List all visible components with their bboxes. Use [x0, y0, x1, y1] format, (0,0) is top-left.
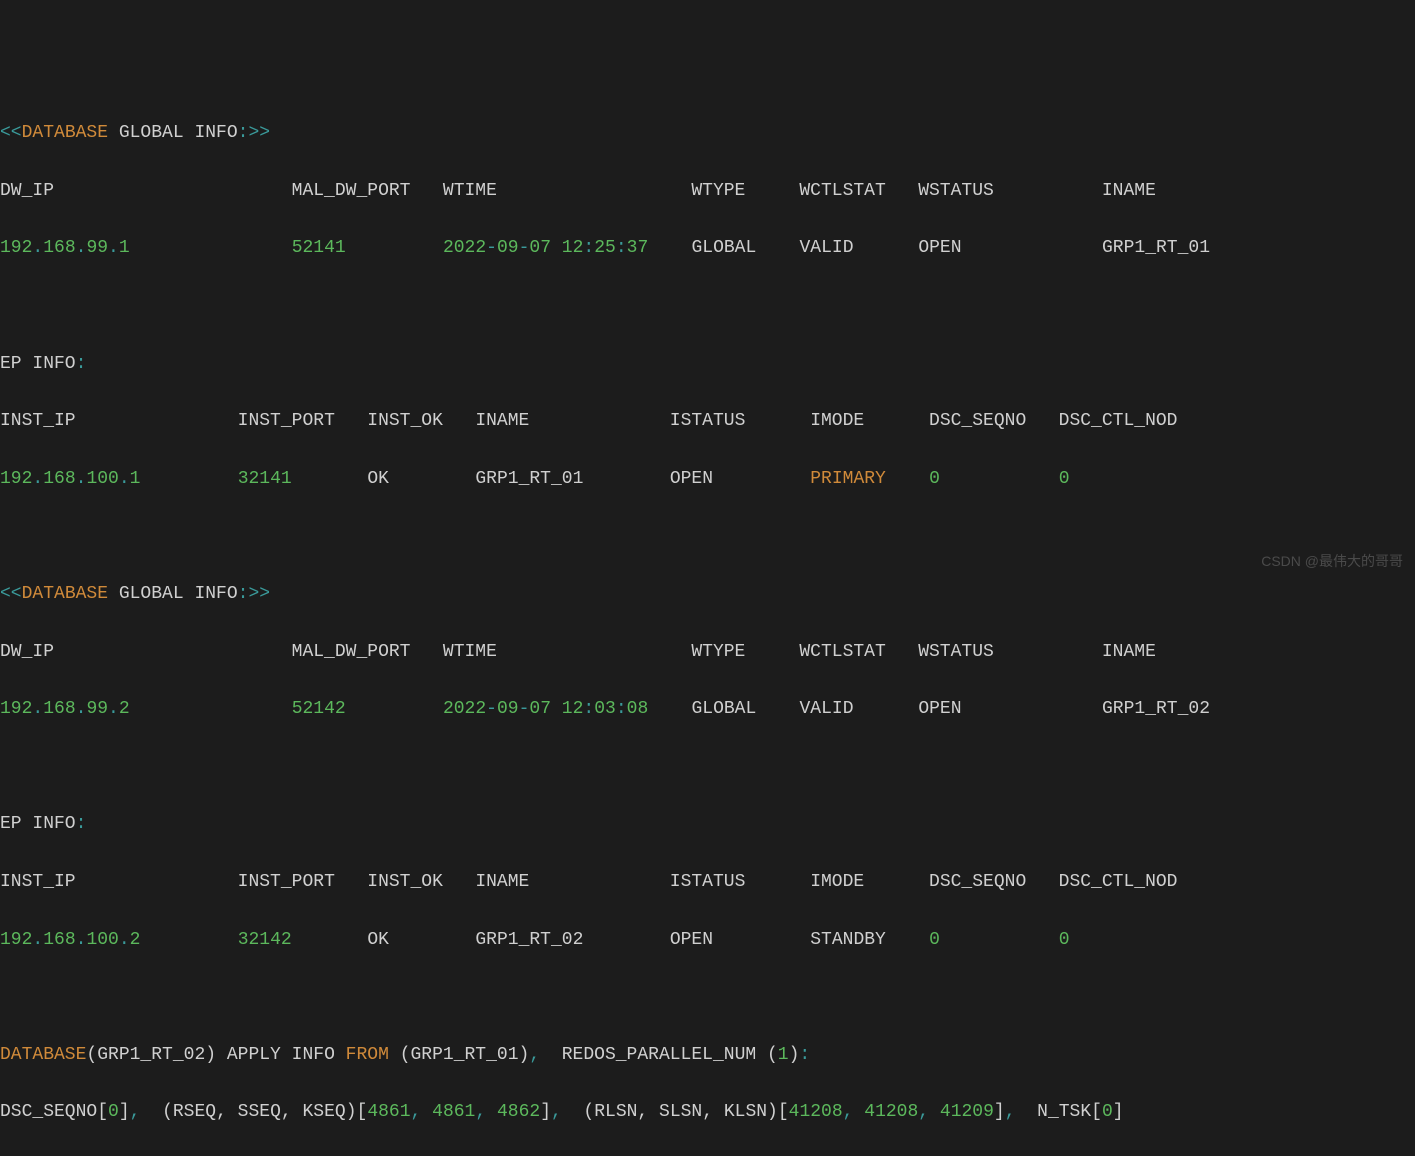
ep1-col-row: INST_IP INST_PORT INST_OK INAME ISTATUS …: [0, 407, 1415, 436]
watermark-text: CSDN @最伟大的哥哥: [1261, 550, 1403, 572]
apply-line-2: DSC_SEQNO[0], (RSEQ, SSEQ, KSEQ)[4861, 4…: [0, 1098, 1415, 1127]
kw-database: DATABASE: [22, 123, 108, 143]
db2-val-row: 192.168.99.2 52142 2022-09-07 12:03:08 G…: [0, 695, 1415, 724]
db1-wtime: 2022-09-07 12:25:37: [443, 238, 648, 258]
apply-line-1: DATABASE(GRP1_RT_02) APPLY INFO FROM (GR…: [0, 1041, 1415, 1070]
db2-dw-ip: 192.168.99.2: [0, 699, 130, 719]
ep2-col-row: INST_IP INST_PORT INST_OK INAME ISTATUS …: [0, 868, 1415, 897]
angle-left-icon: <<: [0, 123, 22, 143]
ep2-header: EP INFO:: [0, 810, 1415, 839]
ep1-imode: PRIMARY: [810, 469, 886, 489]
db2-wtime: 2022-09-07 12:03:08: [443, 699, 648, 719]
angle-right-icon: >>: [248, 123, 270, 143]
db1-val-row: 192.168.99.1 52141 2022-09-07 12:25:37 G…: [0, 234, 1415, 263]
db1-header: <<DATABASE GLOBAL INFO:>>: [0, 119, 1415, 148]
db1-col-row: DW_IP MAL_DW_PORT WTIME WTYPE WCTLSTAT W…: [0, 177, 1415, 206]
ep2-imode: STANDBY: [810, 930, 886, 950]
db2-col-row: DW_IP MAL_DW_PORT WTIME WTYPE WCTLSTAT W…: [0, 638, 1415, 667]
db2-header: <<DATABASE GLOBAL INFO:>>: [0, 580, 1415, 609]
db1-mal-dw-port: 52141: [292, 238, 346, 258]
terminal-output: <<DATABASE GLOBAL INFO:>> DW_IP MAL_DW_P…: [0, 86, 1415, 1155]
ep2-inst-ip: 192.168.100.2: [0, 930, 140, 950]
ep1-val-row: 192.168.100.1 32141 OK GRP1_RT_01 OPEN P…: [0, 465, 1415, 494]
db1-dw-ip: 192.168.99.1: [0, 238, 130, 258]
ep2-val-row: 192.168.100.2 32142 OK GRP1_RT_02 OPEN S…: [0, 926, 1415, 955]
ep1-inst-ip: 192.168.100.1: [0, 469, 140, 489]
ep1-header: EP INFO:: [0, 350, 1415, 379]
colon-icon: :: [238, 123, 249, 143]
